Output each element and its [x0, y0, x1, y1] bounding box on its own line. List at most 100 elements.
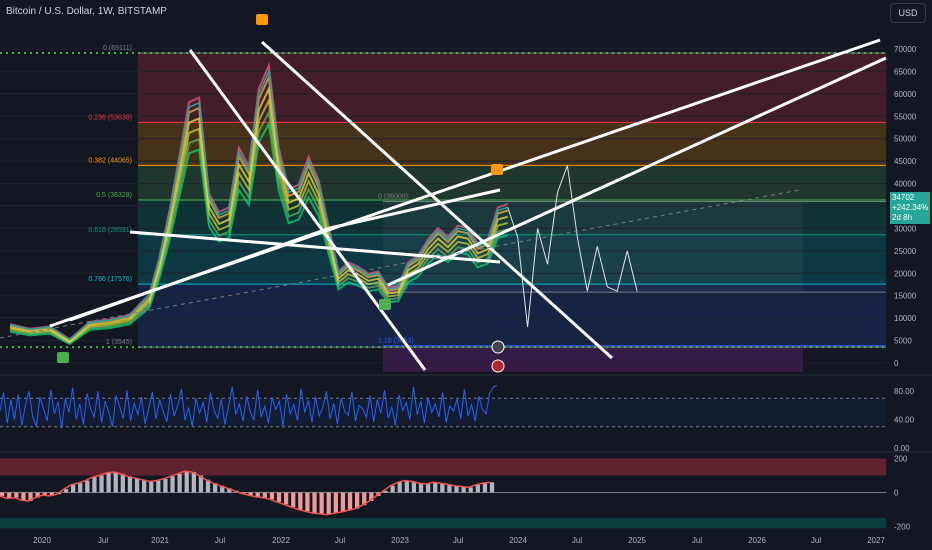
momentum-bar: [149, 481, 154, 493]
momentum-bar: [269, 492, 275, 500]
price-axis-label: 65000: [894, 67, 917, 76]
signal-marker: [491, 164, 503, 175]
time-axis-label: 2025: [628, 536, 646, 545]
fib-level-label: 1 (3545): [106, 339, 132, 346]
momentum-bar: [411, 481, 417, 493]
time-axis-label: Jul: [335, 536, 345, 545]
momentum-bar: [177, 473, 182, 493]
momentum-bar: [78, 483, 83, 493]
last-price-tag: 34702 +242.34% 2d 8h: [890, 192, 930, 224]
momentum-bar: [142, 479, 147, 493]
momentum-bar: [319, 492, 324, 514]
momentum-bar: [14, 492, 19, 498]
time-axis-label: 2026: [748, 536, 766, 545]
fib-level-label: 0.382 (44065): [88, 157, 132, 164]
price-axis-label: 50000: [894, 135, 917, 144]
momentum-bar: [92, 477, 97, 493]
fib-level-label: 0.618 (28591): [88, 227, 132, 234]
chart-title: Bitcoin / U.S. Dollar, 1W, BITSTAMP: [6, 6, 167, 17]
fib-level-label: 0.236 (53638): [88, 114, 132, 121]
momentum-bar: [489, 482, 495, 493]
price-axis-label: 0: [894, 359, 899, 368]
momentum-bar: [127, 476, 133, 493]
last-price: 34702: [892, 193, 915, 202]
price-axis-label: 45000: [894, 157, 917, 166]
price-axis-label: 5000: [894, 337, 912, 346]
oscillator-axis-label: 80.00: [894, 387, 915, 396]
momentum-bar: [113, 472, 118, 493]
momentum-axis-label: -200: [894, 523, 911, 532]
momentum-bar: [298, 492, 303, 510]
momentum-bar: [85, 480, 90, 493]
time-axis-label: 2024: [509, 536, 527, 545]
momentum-bar: [63, 489, 69, 493]
fib-level-label: 0.786 (17576): [88, 276, 132, 283]
fib-zone: [138, 284, 886, 348]
price-axis-label: 55000: [894, 112, 917, 121]
fib-zone: [383, 347, 803, 372]
price-axis-label: 70000: [894, 45, 917, 54]
momentum-bar: [426, 483, 431, 493]
momentum-bar: [390, 485, 395, 493]
momentum-bar: [71, 484, 76, 493]
momentum-bar: [340, 492, 346, 513]
momentum-bar: [482, 483, 488, 493]
price-axis-label: 15000: [894, 292, 917, 301]
time-axis-label: Jul: [692, 536, 702, 545]
momentum-bar: [326, 492, 331, 515]
momentum-axis-label: 200: [894, 454, 908, 463]
fib-level-label: 1.18 (3853): [378, 338, 414, 345]
momentum-bar: [333, 492, 338, 514]
bar-countdown: 2d 8h: [892, 213, 913, 222]
price-axis-label: 40000: [894, 180, 917, 189]
momentum-bar: [475, 484, 480, 493]
momentum-bar: [99, 475, 104, 493]
price-axis-label: 20000: [894, 269, 917, 278]
time-axis-label: Jul: [98, 536, 108, 545]
momentum-zone: [0, 458, 886, 476]
momentum-zone: [0, 518, 886, 529]
fib-level-label: 0.5 (36328): [96, 192, 132, 199]
momentum-bar: [418, 483, 424, 493]
momentum-bar: [404, 480, 409, 493]
momentum-bar: [312, 492, 317, 513]
momentum-bar: [156, 480, 161, 493]
momentum-bar: [440, 483, 445, 493]
momentum-bar: [106, 472, 111, 493]
fib-zone: [138, 52, 886, 123]
price-axis-label: 10000: [894, 314, 917, 323]
oscillator-axis-label: 0.00: [894, 444, 910, 453]
time-axis-label: 2027: [867, 536, 885, 545]
time-axis-label: Jul: [811, 536, 821, 545]
time-axis-label: Jul: [215, 536, 225, 545]
time-axis-label: Jul: [453, 536, 463, 545]
momentum-bar: [21, 492, 26, 501]
momentum-axis-label: 0: [894, 489, 899, 498]
momentum-bar: [291, 492, 296, 507]
signal-marker: [256, 14, 268, 25]
momentum-bar: [120, 473, 125, 493]
momentum-bar: [170, 476, 175, 493]
momentum-bar: [397, 482, 402, 493]
flag-icon: [491, 359, 505, 373]
oscillator-band: [0, 398, 886, 427]
chart-canvas[interactable]: 0 (69111) 0.236 (53638) 0.382 (44065) 0.5 (…: [0, 0, 932, 550]
time-axis-label: Jul: [572, 536, 582, 545]
time-axis-label: 2023: [391, 536, 409, 545]
momentum-bar: [262, 492, 267, 498]
signal-marker: [379, 299, 391, 310]
momentum-bar: [191, 472, 196, 493]
fib-zone: [383, 201, 803, 293]
momentum-bar: [276, 492, 282, 502]
signal-marker: [57, 352, 69, 363]
momentum-bar: [134, 478, 140, 493]
currency-button[interactable]: USD: [890, 3, 926, 23]
momentum-bar: [184, 471, 189, 493]
time-axis-label: 2021: [151, 536, 169, 545]
momentum-bar: [468, 487, 473, 493]
price-axis-label: 60000: [894, 90, 917, 99]
time-axis-label: 2020: [33, 536, 51, 545]
momentum-bar: [163, 478, 168, 493]
event-icon: [491, 340, 505, 354]
price-axis-label: 30000: [894, 224, 917, 233]
